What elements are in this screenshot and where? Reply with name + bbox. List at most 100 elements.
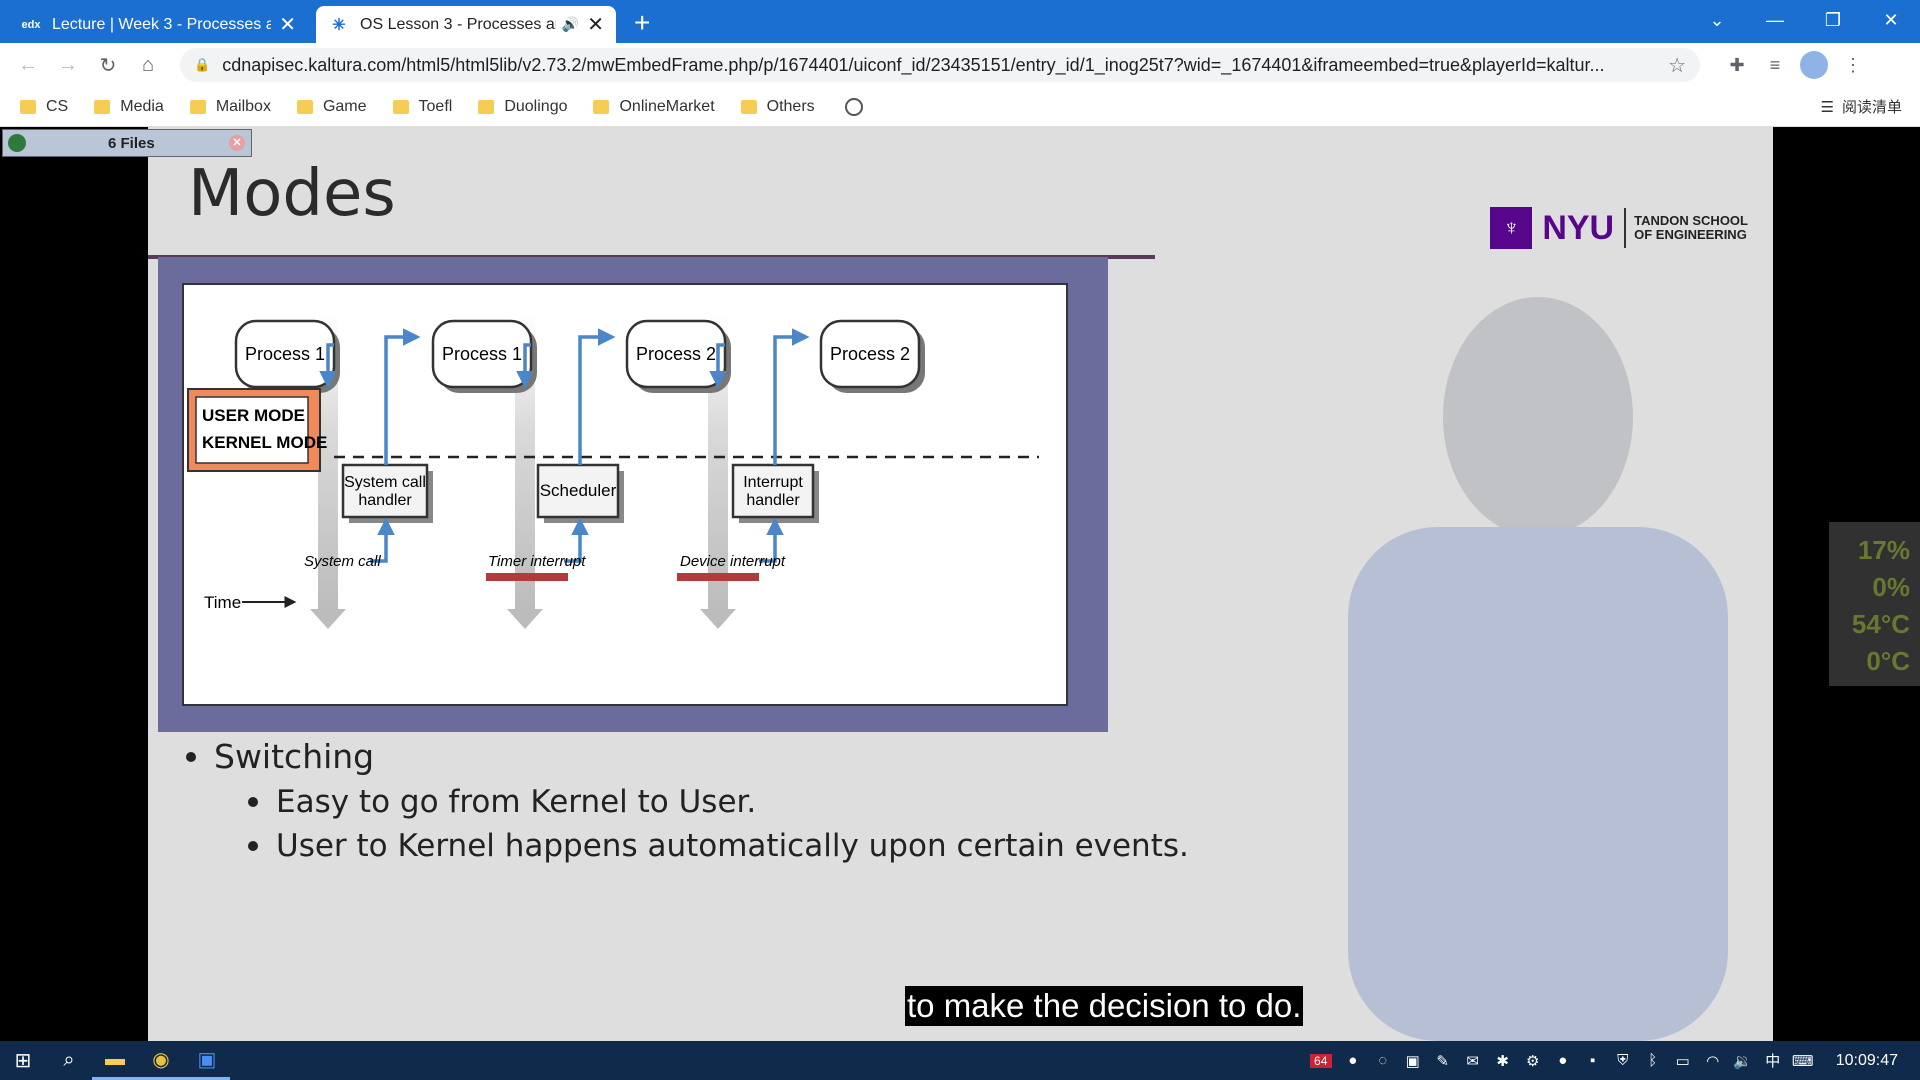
mode-switch-diagram: Process 1 Process 1 Process 2 Process 2 … (182, 283, 1068, 706)
minimize-button[interactable]: — (1746, 10, 1804, 31)
process-box: Process 1 (431, 319, 537, 393)
bookmark-star-icon[interactable]: ☆ (1658, 53, 1686, 78)
tray-app-icon[interactable]: ⚙ (1518, 1052, 1548, 1070)
event-label: System call (304, 553, 381, 570)
tab-lecture[interactable]: edx Lecture | Week 3 - Processes a ✕ (8, 6, 308, 43)
process-box: Process 2 (819, 319, 925, 393)
bookmarks-bar: CS Media Mailbox Game Toefl Duolingo Onl… (0, 87, 1920, 127)
tray-app-icon[interactable]: ● (1548, 1052, 1578, 1069)
highlight-bar (486, 573, 568, 581)
address-bar[interactable]: 🔒 cdnapisec.kaltura.com/html5/html5lib/v… (180, 48, 1700, 82)
bookmark-duolingo[interactable]: Duolingo (478, 98, 567, 116)
browser-toolbar: ← → ↻ ⌂ 🔒 cdnapisec.kaltura.com/html5/ht… (0, 43, 1920, 87)
bookmark-media[interactable]: Media (94, 98, 164, 116)
bullet-sub: Easy to go from Kernel to User. (248, 784, 1189, 820)
app-icon[interactable]: ▣ (184, 1041, 230, 1080)
folder-icon (392, 99, 409, 114)
home-button[interactable]: ⌂ (128, 54, 168, 77)
keyboard-icon[interactable]: ⌨ (1788, 1052, 1818, 1070)
torch-icon: ♆ (1490, 207, 1533, 249)
media-control-icon[interactable]: ≡ (1756, 55, 1794, 76)
clock[interactable]: 10:09:47 (1836, 1052, 1898, 1070)
avatar[interactable] (1800, 51, 1828, 79)
svg-text:handler: handler (746, 492, 800, 509)
lock-icon[interactable]: 🔒 (194, 57, 210, 73)
file-explorer-icon[interactable]: ▬ (92, 1041, 138, 1080)
folder-icon (478, 99, 495, 114)
bookmark-cs[interactable]: CS (20, 98, 68, 116)
chrome-icon[interactable]: ◉ (138, 1041, 184, 1080)
subtitle-caption: to make the decision to do. (905, 986, 1304, 1026)
wechat-icon[interactable]: ✉ (1458, 1052, 1488, 1070)
event-label: Timer interrupt (488, 553, 586, 570)
close-icon[interactable]: ✕ (229, 135, 245, 151)
tab-search-icon[interactable]: ⌄ (1688, 10, 1746, 31)
lecture-slide: Modes ♆ NYU TANDON SCHOOL OF ENGINEERING (148, 127, 1773, 1041)
tab-os-lesson[interactable]: ✳ OS Lesson 3 - Processes ar 🔊 ✕ (316, 6, 616, 43)
shield-icon[interactable]: ⛨ (1608, 1052, 1638, 1069)
tray-app-icon[interactable]: ▣ (1398, 1052, 1428, 1070)
slide-title: Modes (188, 157, 396, 231)
start-icon[interactable]: ⊞ (0, 1041, 46, 1080)
process-box: Process 1 (234, 319, 340, 393)
kernel-mode-label: KERNEL MODE (202, 433, 327, 452)
folder-icon (189, 99, 206, 114)
diagram-frame: Process 1 Process 1 Process 2 Process 2 … (158, 257, 1108, 732)
tray-badge[interactable]: 64 (1309, 1053, 1332, 1068)
video-player[interactable]: Modes ♆ NYU TANDON SCHOOL OF ENGINEERING (0, 127, 1920, 1041)
reading-list-button[interactable]: ☰ 阅读清单 (1821, 96, 1902, 117)
svg-text:Process 2: Process 2 (830, 344, 910, 364)
app-icon (8, 134, 26, 152)
tray-app-icon[interactable]: ✎ (1428, 1052, 1458, 1070)
volume-icon[interactable]: 🔉 (1728, 1052, 1758, 1070)
nvidia-icon[interactable]: ▪ (1578, 1052, 1608, 1069)
user-mode-label: USER MODE (202, 406, 305, 425)
tray-app-icon[interactable]: ✱ (1488, 1052, 1518, 1070)
reload-button[interactable]: ↻ (88, 53, 128, 78)
restore-button[interactable]: ❐ (1804, 10, 1862, 31)
system-tray: 64 ● ◌ ▣ ✎ ✉ ✱ ⚙ ● ▪ ⛨ ᛒ ▭ ◠ 🔉 中 ⌨ 10:09… (1309, 1041, 1920, 1080)
highlight-bar (677, 573, 759, 581)
bookmark-game[interactable]: Game (296, 98, 367, 116)
tray-app-icon[interactable]: ● (1338, 1052, 1368, 1069)
close-icon[interactable]: ✕ (587, 12, 604, 37)
close-icon[interactable]: ✕ (279, 12, 296, 37)
bookmark-others[interactable]: Others (740, 98, 815, 116)
svg-text:Process 1: Process 1 (442, 344, 522, 364)
tray-app-icon[interactable]: ◌ (1368, 1052, 1398, 1069)
tab-title: Lecture | Week 3 - Processes a (52, 15, 272, 33)
reading-list-icon: ☰ (1820, 98, 1834, 116)
menu-icon[interactable]: ⋮ (1834, 55, 1872, 76)
extensions-icon[interactable]: ✚ (1718, 55, 1756, 76)
presenter-silhouette (1348, 297, 1728, 1041)
tab-strip: edx Lecture | Week 3 - Processes a ✕ ✳ O… (0, 0, 1920, 43)
slide-bullets: Switching Easy to go from Kernel to User… (186, 737, 1189, 872)
system-call-handler-box: System callhandler (341, 463, 433, 523)
bookmark-toefl[interactable]: Toefl (392, 98, 452, 116)
kaltura-icon: ✳ (332, 16, 346, 34)
close-window-button[interactable]: ✕ (1862, 10, 1920, 31)
bluetooth-icon[interactable]: ᛒ (1638, 1052, 1668, 1069)
bookmark-mailbox[interactable]: Mailbox (189, 98, 271, 116)
folder-icon (94, 99, 111, 114)
diagram-svg: Process 1 Process 1 Process 2 Process 2 … (187, 313, 1039, 629)
time-label: Time (204, 593, 241, 612)
svg-text:Interrupt: Interrupt (743, 474, 803, 491)
nyu-logo: ♆ NYU TANDON SCHOOL OF ENGINEERING (1490, 207, 1748, 249)
process-box: Process 2 (625, 319, 731, 393)
speaker-icon[interactable]: 🔊 (562, 16, 579, 33)
bookmark-onlinemarket[interactable]: OnlineMarket (593, 98, 715, 116)
taskbar: ⊞ ⌕ ▬ ◉ ▣ 64 ● ◌ ▣ ✎ ✉ ✱ ⚙ ● ▪ ⛨ ᛒ ▭ ◠ 🔉… (0, 1041, 1920, 1080)
battery-icon[interactable]: ▭ (1668, 1052, 1698, 1070)
system-monitor-widget: 17% 0% 54°C 0°C (1829, 522, 1920, 686)
forward-button[interactable]: → (48, 54, 88, 77)
back-button[interactable]: ← (8, 54, 48, 77)
folder-icon (593, 99, 610, 114)
globe-icon[interactable] (844, 97, 863, 116)
search-icon[interactable]: ⌕ (46, 1041, 92, 1080)
ime-indicator[interactable]: 中 (1758, 1050, 1788, 1071)
wifi-icon[interactable]: ◠ (1698, 1052, 1728, 1070)
floating-file-widget[interactable]: 6 Files ✕ (2, 129, 252, 157)
new-tab-button[interactable]: + (634, 7, 650, 39)
folder-icon (20, 99, 36, 114)
